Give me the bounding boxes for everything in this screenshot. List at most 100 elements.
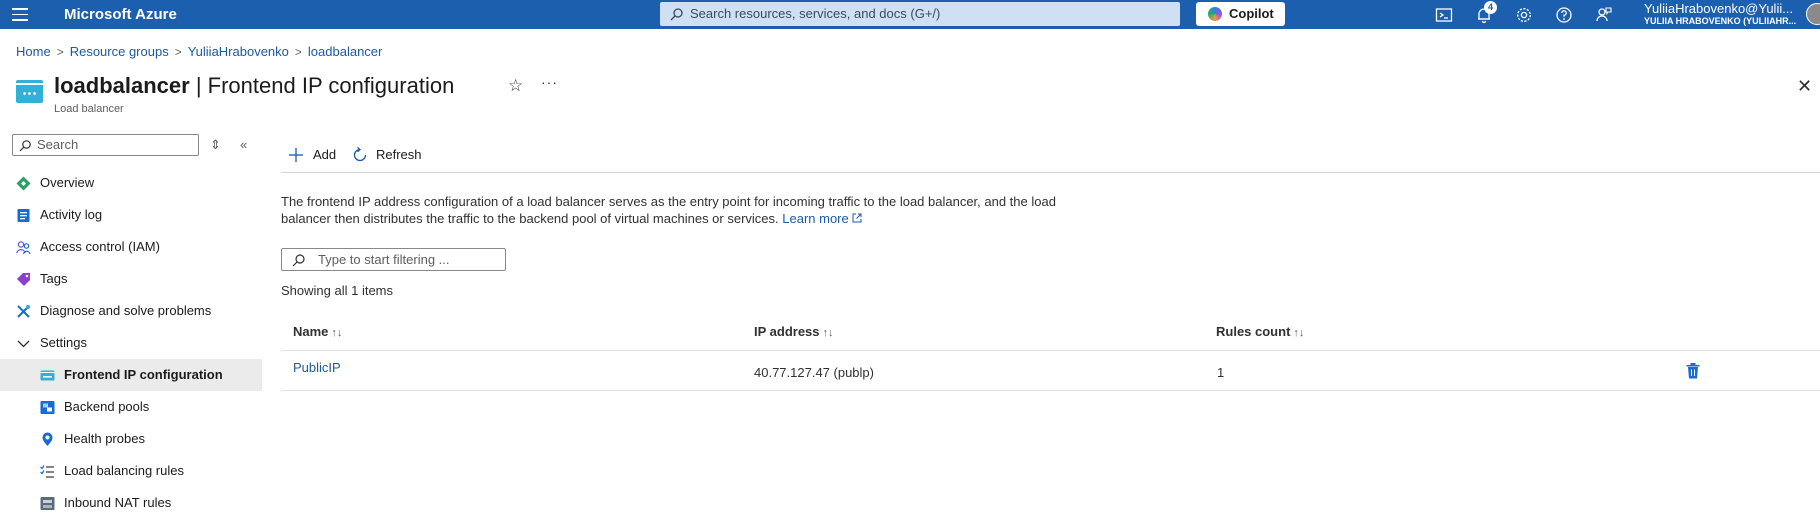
settings-gear-icon[interactable] xyxy=(1515,6,1533,24)
global-search-placeholder: Search resources, services, and docs (G+… xyxy=(690,6,941,21)
description-text: The frontend IP address configuration of… xyxy=(281,194,1056,226)
column-label: Name xyxy=(293,324,329,339)
global-search-input[interactable]: Search resources, services, and docs (G+… xyxy=(660,2,1180,26)
health-probe-icon xyxy=(42,432,53,446)
blade-description: The frontend IP address configuration of… xyxy=(281,193,1081,227)
learn-more-label: Learn more xyxy=(782,211,849,226)
column-header-ip-address[interactable]: IP address ↑↓ xyxy=(754,324,834,339)
rules-icon xyxy=(40,465,54,478)
diagnose-icon xyxy=(17,305,30,318)
close-icon[interactable]: ✕ xyxy=(1797,76,1812,97)
menu-icon[interactable] xyxy=(12,8,28,21)
sort-icon: ↑↓ xyxy=(822,327,834,339)
iam-icon xyxy=(16,241,31,255)
top-bar: Microsoft Azure Search resources, servic… xyxy=(0,0,1820,29)
sort-icon: ↑↓ xyxy=(331,327,343,339)
page-subtitle: Load balancer xyxy=(54,103,124,115)
sidebar-item-backend-pools[interactable]: Backend pools xyxy=(0,391,262,423)
sidebar-item-label: Backend pools xyxy=(64,399,150,414)
sidebar-item-label: Tags xyxy=(40,271,68,286)
delete-trash-icon[interactable] xyxy=(1686,363,1700,379)
sidebar-item-access-control[interactable]: Access control (IAM) xyxy=(0,231,262,263)
sidebar-item-inbound-nat-rules[interactable]: Inbound NAT rules xyxy=(0,487,262,519)
sort-icon: ↑↓ xyxy=(1293,327,1305,339)
filter-input[interactable]: Type to start filtering ... xyxy=(281,248,506,271)
sidebar-item-health-probes[interactable]: Health probes xyxy=(0,423,262,455)
column-label: Rules count xyxy=(1216,324,1291,339)
frontend-ip-name-link[interactable]: PublicIP xyxy=(293,360,341,375)
portal-brand[interactable]: Microsoft Azure xyxy=(64,6,177,23)
feedback-icon[interactable] xyxy=(1595,6,1613,24)
sidebar-item-activity-log[interactable]: Activity log xyxy=(0,199,262,231)
resource-name: loadbalancer xyxy=(54,73,190,98)
load-balancer-icon xyxy=(16,80,43,103)
chevron-down-icon xyxy=(17,340,30,348)
table-row: PublicIP 40.77.127.47 (publp) 1 xyxy=(281,351,1820,391)
overview-icon xyxy=(16,176,31,191)
more-options-icon[interactable]: ··· xyxy=(541,74,558,90)
sidebar-item-label: Activity log xyxy=(40,207,103,222)
column-header-name[interactable]: Name ↑↓ xyxy=(293,324,342,339)
sidebar-search-placeholder: Search xyxy=(37,137,79,152)
avatar[interactable] xyxy=(1806,3,1820,25)
external-link-icon xyxy=(852,213,862,223)
backend-pool-icon xyxy=(40,401,55,414)
chevron-right-icon: > xyxy=(56,45,64,59)
collapse-sidebar-icon[interactable]: « xyxy=(240,137,247,152)
sidebar-item-diagnose[interactable]: Diagnose and solve problems xyxy=(0,295,262,327)
refresh-icon xyxy=(353,147,367,162)
breadcrumb-home[interactable]: Home xyxy=(16,44,51,59)
account-menu[interactable]: YuliiaHrabovenko@Yulii... YULIIA HRABOVE… xyxy=(1644,1,1796,27)
breadcrumb: Home > Resource groups > YuliiaHrabovenko > lo… xyxy=(16,44,382,59)
frontend-ip-icon xyxy=(40,370,55,381)
title-separator: | xyxy=(189,73,208,98)
sidebar-item-label: Frontend IP configuration xyxy=(64,367,223,382)
tag-icon xyxy=(17,273,30,286)
copilot-label: Copilot xyxy=(1229,6,1274,21)
blade-title: Frontend IP configuration xyxy=(207,73,455,98)
breadcrumb-load-balancer[interactable]: loadbalancer xyxy=(308,44,382,59)
column-header-rules-count[interactable]: Rules count ↑↓ xyxy=(1216,324,1304,339)
filter-placeholder: Type to start filtering ... xyxy=(318,252,450,267)
learn-more-link[interactable]: Learn more xyxy=(782,211,862,226)
breadcrumb-resource-group[interactable]: YuliiaHrabovenko xyxy=(188,44,289,59)
sidebar-item-label: Access control (IAM) xyxy=(40,239,160,254)
chevron-right-icon: > xyxy=(294,45,302,59)
notification-badge: 4 xyxy=(1484,1,1497,14)
search-icon xyxy=(670,8,683,21)
sidebar-item-frontend-ip-configuration[interactable]: Frontend IP configuration xyxy=(0,359,262,391)
frontend-ip-table: Name ↑↓ IP address ↑↓ Rules count ↑↓ Public… xyxy=(281,313,1820,391)
copilot-icon xyxy=(1208,7,1222,21)
nat-rules-icon xyxy=(40,497,55,510)
sidebar-item-overview[interactable]: Overview xyxy=(0,167,262,199)
sidebar-item-label: Overview xyxy=(40,175,95,190)
expand-collapse-icon[interactable]: ⇕ xyxy=(210,137,221,153)
sidebar-item-label: Diagnose and solve problems xyxy=(40,303,212,318)
command-bar-divider xyxy=(281,172,1820,173)
chevron-right-icon: > xyxy=(174,45,182,59)
refresh-label: Refresh xyxy=(376,147,422,162)
sidebar-item-load-balancing-rules[interactable]: Load balancing rules xyxy=(0,455,262,487)
table-header: Name ↑↓ IP address ↑↓ Rules count ↑↓ xyxy=(281,313,1820,351)
sidebar-nav: Overview Activity log Access control (IA… xyxy=(0,167,262,519)
search-icon xyxy=(19,140,31,152)
user-directory: YULIIA HRABOVENKO (YULIIAHR... xyxy=(1644,16,1797,26)
rules-count-cell: 1 xyxy=(1217,365,1225,380)
sidebar-item-label: Health probes xyxy=(64,431,145,446)
help-icon[interactable] xyxy=(1555,6,1573,24)
sidebar-item-label: Settings xyxy=(40,335,87,350)
favorite-star-icon[interactable]: ☆ xyxy=(508,76,523,96)
sidebar-item-tags[interactable]: Tags xyxy=(0,263,262,295)
ip-address-cell: 40.77.127.47 (publp) xyxy=(754,365,874,380)
activity-log-icon xyxy=(17,209,30,222)
sidebar-item-label: Inbound NAT rules xyxy=(64,495,172,510)
search-icon xyxy=(292,254,305,267)
add-label: Add xyxy=(313,147,337,162)
breadcrumb-resource-groups[interactable]: Resource groups xyxy=(70,44,169,59)
sidebar-group-settings[interactable]: Settings xyxy=(0,327,262,359)
copilot-button[interactable]: Copilot xyxy=(1196,2,1285,26)
column-label: IP address xyxy=(754,324,820,339)
plus-icon xyxy=(289,148,303,162)
cloud-shell-icon[interactable] xyxy=(1435,6,1453,24)
sidebar-search-input[interactable]: Search xyxy=(12,134,199,156)
